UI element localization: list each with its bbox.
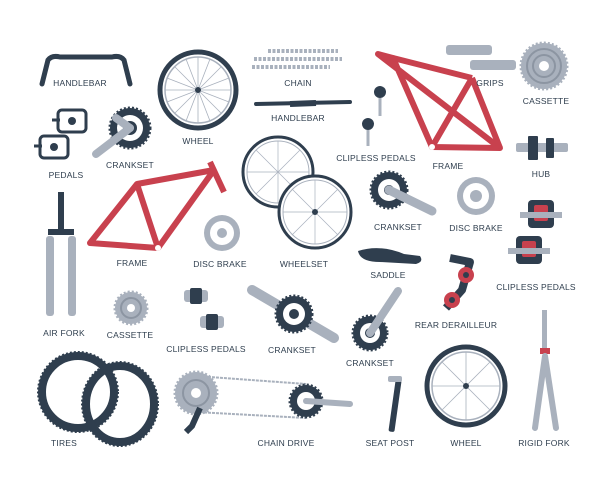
label-frame-2: FRAME — [116, 258, 148, 268]
label-handlebar-1: HANDLEBAR — [53, 78, 107, 88]
label-cassette-1: CASSETTE — [522, 96, 570, 106]
label-seat-post: SEAT POST — [365, 438, 415, 448]
label-pedals: PEDALS — [48, 170, 84, 180]
label-handlebar-2: HANDLEBAR — [271, 113, 325, 123]
label-clipless-pedals-3: CLIPLESS PEDALS — [166, 344, 246, 354]
label-crankset-2: CRANKSET — [374, 222, 422, 232]
pedals-icon — [34, 108, 88, 160]
disc-brake-2-icon — [204, 215, 240, 251]
label-hub: HUB — [531, 169, 551, 179]
label-crankset-1: CRANKSET — [106, 160, 154, 170]
clipless-pedals-2-icon — [508, 200, 562, 264]
wheelset-icon — [241, 135, 353, 250]
label-frame-1: FRAME — [432, 161, 464, 171]
disc-brake-1-icon — [457, 177, 495, 215]
rear-derailleur-icon — [443, 254, 474, 311]
label-saddle: SADDLE — [370, 270, 406, 280]
label-clipless-pedals-1: CLIPLESS PEDALS — [336, 153, 416, 163]
label-chain: CHAIN — [284, 78, 312, 88]
label-wheelset: WHEELSET — [279, 259, 329, 269]
bike-parts-illustration — [34, 41, 569, 447]
label-crankset-3: CRANKSET — [268, 345, 316, 355]
label-clipless-pedals-2: CLIPLESS PEDALS — [496, 282, 576, 292]
wheel-2-icon — [424, 344, 508, 428]
label-crankset-4: CRANKSET — [346, 358, 394, 368]
tires-icon — [37, 351, 159, 447]
chain-drive-icon — [173, 370, 353, 435]
cassette-2-icon — [113, 290, 149, 326]
crankset-4-icon — [351, 287, 402, 352]
rigid-fork-icon — [532, 310, 559, 431]
grips-icon — [446, 45, 516, 70]
label-wheel-2: WHEEL — [450, 438, 482, 448]
clipless-pedals-3-icon — [184, 288, 224, 330]
wheel-1-icon — [157, 49, 239, 131]
label-rear-derailleur: REAR DERAILLEUR — [414, 320, 498, 330]
label-rigid-fork: RIGID FORK — [518, 438, 570, 448]
crankset-3-icon — [247, 285, 339, 343]
seat-post-icon — [388, 376, 402, 432]
hub-icon — [516, 136, 568, 160]
label-air-fork: AIR FORK — [43, 328, 85, 338]
saddle-icon — [358, 248, 422, 264]
label-grips: GRIPS — [476, 78, 504, 88]
clipless-pedals-1-icon — [362, 86, 386, 146]
air-fork-icon — [46, 192, 76, 316]
label-wheel-1: WHEEL — [182, 136, 214, 146]
crankset-1-icon — [92, 106, 152, 158]
label-tires: TIRES — [50, 438, 78, 448]
handlebar-2-icon — [254, 100, 352, 107]
label-disc-brake-2: DISC BRAKE — [193, 259, 247, 269]
frame-2-icon — [87, 160, 227, 251]
cassette-1-icon — [519, 41, 569, 91]
label-cassette-2: CASSETTE — [106, 330, 154, 340]
label-disc-brake-1: DISC BRAKE — [449, 223, 503, 233]
label-chain-drive: CHAIN DRIVE — [257, 438, 315, 448]
crankset-2-icon — [369, 170, 437, 216]
chain-icon — [252, 49, 342, 69]
